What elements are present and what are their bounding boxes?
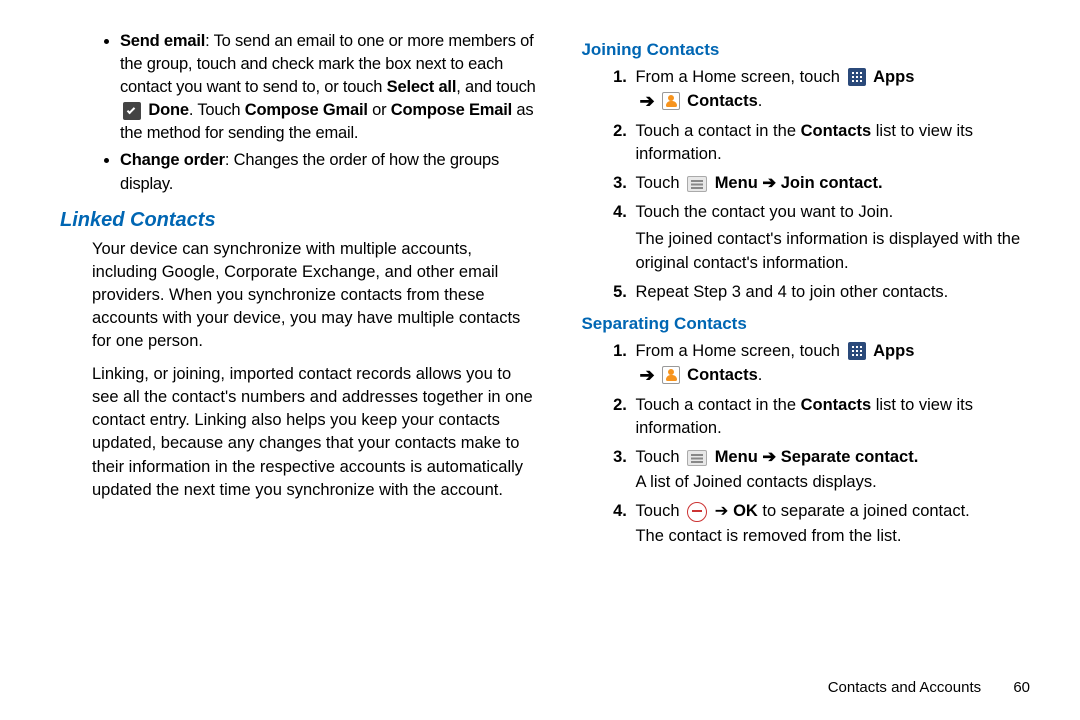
apps-grid-icon <box>848 68 866 86</box>
t: . Touch <box>189 101 245 119</box>
contacts-bold: Contacts <box>801 122 872 140</box>
done-label: Done <box>148 101 188 119</box>
t: or <box>368 101 391 119</box>
join-result-text: The joined contact's information is disp… <box>635 228 1040 274</box>
sep-list-text: A list of Joined contacts displays. <box>635 471 1040 494</box>
menu-icon <box>687 450 707 466</box>
bullet-change-order: Change order: Changes the order of how t… <box>120 149 541 195</box>
separating-steps: From a Home screen, touch Apps ➔ Contact… <box>581 340 1040 549</box>
page-footer: Contacts and Accounts 60 <box>828 679 1030 696</box>
t: to separate a joined contact. <box>758 502 970 520</box>
join-step-2: Touch a contact in the Contacts list to … <box>631 120 1040 166</box>
join-step-4: Touch the contact you want to Join. The … <box>631 201 1040 274</box>
t: , and touch <box>456 78 535 96</box>
t: Touch <box>635 448 684 466</box>
sep-step-2: Touch a contact in the Contacts list to … <box>631 394 1040 440</box>
t: Touch a contact in the <box>635 122 800 140</box>
join-step-1: From a Home screen, touch Apps ➔ Contact… <box>631 66 1040 114</box>
ok-label: OK <box>733 502 758 520</box>
t: Touch the contact you want to Join. <box>635 203 893 221</box>
join-step-5: Repeat Step 3 and 4 to join other contac… <box>631 281 1040 304</box>
linked-p2: Linking, or joining, imported contact re… <box>92 363 541 502</box>
left-column: Send email: To send an email to one or m… <box>60 30 541 690</box>
arrow-text: ➔ <box>710 502 733 520</box>
right-column: Joining Contacts From a Home screen, tou… <box>581 30 1040 690</box>
separating-contacts-heading: Separating Contacts <box>581 312 1040 336</box>
apps-label: Apps <box>873 342 914 360</box>
sep-removed-text: The contact is removed from the list. <box>635 525 1040 548</box>
arrow-icon: ➔ <box>639 91 654 111</box>
t: Touch a contact in the <box>635 396 800 414</box>
contacts-bold: Contacts <box>801 396 872 414</box>
apps-grid-icon <box>848 342 866 360</box>
compose-gmail-label: Compose Gmail <box>245 101 368 119</box>
contacts-label: Contacts <box>687 366 758 384</box>
menu-icon <box>687 176 707 192</box>
manual-page: Send email: To send an email to one or m… <box>0 0 1080 720</box>
contact-icon <box>662 92 680 110</box>
footer-page-number: 60 <box>1013 679 1030 696</box>
send-email-label: Send email <box>120 32 205 50</box>
select-all-label: Select all <box>387 78 457 96</box>
t: Touch <box>635 502 684 520</box>
bullet-send-email: Send email: To send an email to one or m… <box>120 30 541 145</box>
joining-steps: From a Home screen, touch Apps ➔ Contact… <box>581 66 1040 304</box>
remove-circle-icon <box>687 502 707 522</box>
contact-icon <box>662 366 680 384</box>
menu-separate-label: Menu ➔ Separate contact. <box>715 448 919 466</box>
sep-step-4: Touch ➔ OK to separate a joined contact.… <box>631 500 1040 548</box>
t: Repeat Step 3 and 4 to join other contac… <box>635 283 948 301</box>
join-step-3: Touch Menu ➔ Join contact. <box>631 172 1040 195</box>
linked-p1: Your device can synchronize with multipl… <box>92 238 541 353</box>
t: Touch <box>635 174 684 192</box>
linked-contacts-heading: Linked Contacts <box>60 206 541 234</box>
check-icon <box>123 102 141 120</box>
change-order-label: Change order <box>120 151 225 169</box>
group-options-list: Send email: To send an email to one or m… <box>60 30 541 196</box>
t: From a Home screen, touch <box>635 68 844 86</box>
menu-join-label: Menu ➔ Join contact. <box>715 174 883 192</box>
sep-step-1: From a Home screen, touch Apps ➔ Contact… <box>631 340 1040 388</box>
apps-label: Apps <box>873 68 914 86</box>
sep-step-3: Touch Menu ➔ Separate contact. A list of… <box>631 446 1040 494</box>
compose-email-label: Compose Email <box>391 101 512 119</box>
footer-section: Contacts and Accounts <box>828 679 981 696</box>
contacts-label: Contacts <box>687 92 758 110</box>
joining-contacts-heading: Joining Contacts <box>581 38 1040 62</box>
t: From a Home screen, touch <box>635 342 844 360</box>
arrow-icon: ➔ <box>639 365 654 385</box>
